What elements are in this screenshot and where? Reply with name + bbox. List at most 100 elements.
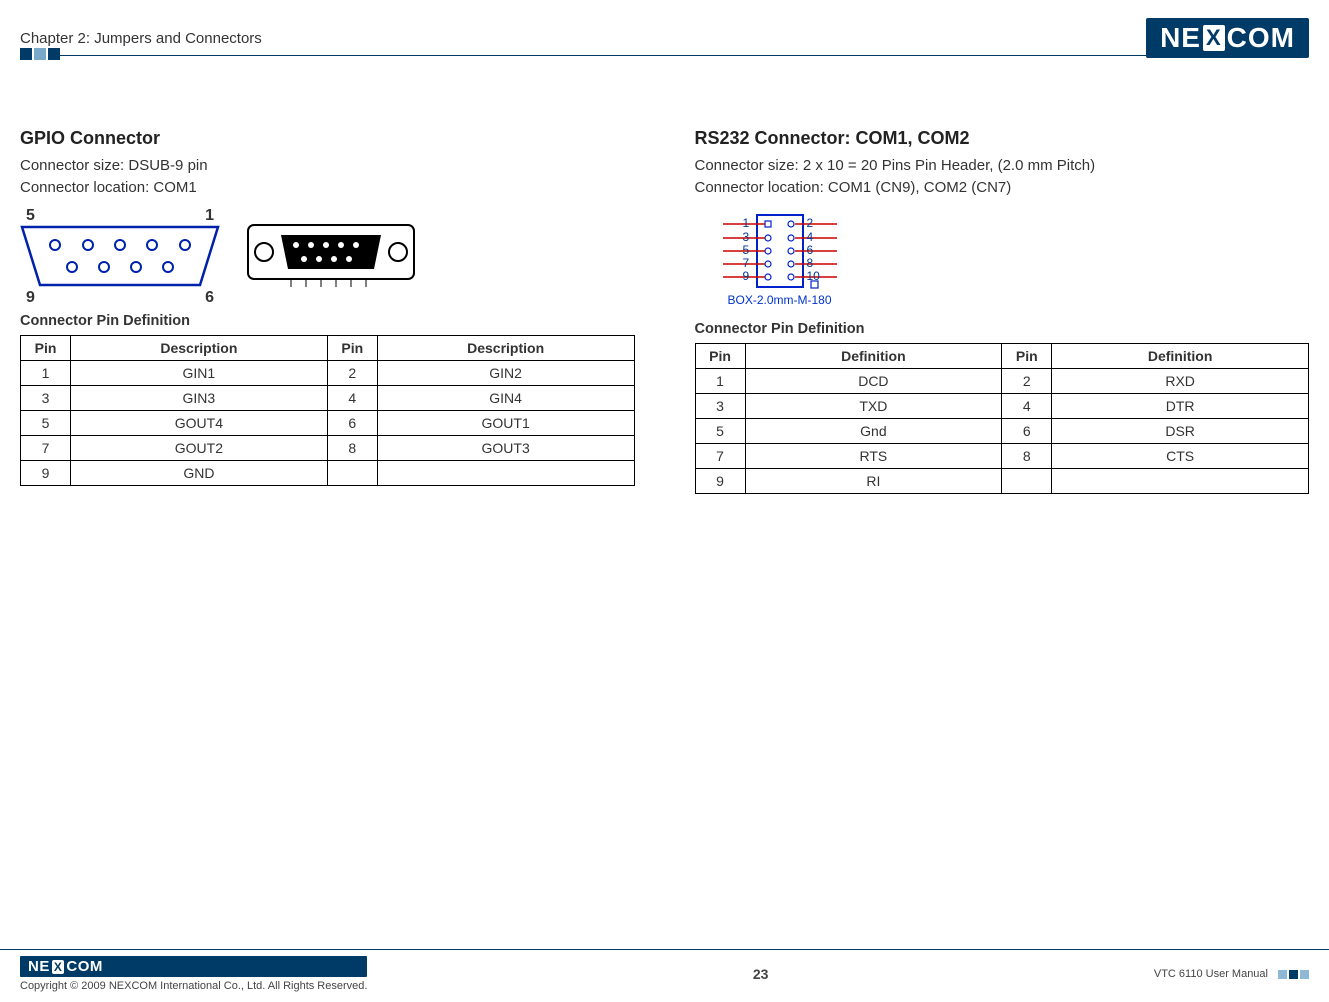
table-cell: GOUT2 bbox=[71, 435, 328, 460]
rs232-subtitle: Connector size: 2 x 10 = 20 Pins Pin Hea… bbox=[695, 155, 1310, 199]
table-cell: 4 bbox=[1002, 393, 1052, 418]
footer-right: VTC 6110 User Manual bbox=[1154, 968, 1309, 980]
pin-lbl: 9 bbox=[743, 269, 750, 283]
th: Pin bbox=[695, 343, 745, 368]
chapter-title: Chapter 2: Jumpers and Connectors bbox=[20, 30, 262, 47]
table-cell: RI bbox=[745, 468, 1002, 493]
pin-lbl: 8 bbox=[807, 256, 814, 270]
table-row: 9GND bbox=[21, 460, 635, 485]
page-header: Chapter 2: Jumpers and Connectors NE X C… bbox=[20, 18, 1309, 58]
table-cell: 7 bbox=[21, 435, 71, 460]
page-footer: NE X COM Copyright © 2009 NEXCOM Interna… bbox=[0, 949, 1329, 1002]
th: Definition bbox=[745, 343, 1002, 368]
table-cell: GND bbox=[71, 460, 328, 485]
pin-label-6: 6 bbox=[205, 289, 214, 307]
pin-lbl: 5 bbox=[743, 243, 750, 257]
table-cell: 9 bbox=[695, 468, 745, 493]
th: Description bbox=[71, 335, 328, 360]
pin-label-1: 1 bbox=[205, 207, 214, 225]
dsub9-schematic-icon: 5 1 9 6 bbox=[20, 213, 220, 299]
rs232-location: Connector location: COM1 (CN9), COM2 (CN… bbox=[695, 179, 1012, 196]
table-cell: TXD bbox=[745, 393, 1002, 418]
brand-logo: NE X COM bbox=[1146, 18, 1309, 58]
table-cell: 3 bbox=[695, 393, 745, 418]
pin-lbl: 3 bbox=[743, 230, 750, 244]
th: Description bbox=[377, 335, 634, 360]
brand-right: COM bbox=[1227, 22, 1295, 54]
table-cell: 6 bbox=[327, 410, 377, 435]
table-cell bbox=[1052, 468, 1309, 493]
table-cell: RTS bbox=[745, 443, 1002, 468]
table-row: 5GOUT46GOUT1 bbox=[21, 410, 635, 435]
gpio-section: GPIO Connector Connector size: DSUB-9 pi… bbox=[20, 128, 635, 494]
header-squares-icon bbox=[20, 48, 60, 60]
pin-lbl: 6 bbox=[807, 243, 814, 257]
gpio-diagrams: 5 1 9 6 bbox=[20, 213, 635, 299]
pin-lbl: 2 bbox=[807, 216, 814, 230]
table-cell: GIN2 bbox=[377, 360, 634, 385]
table-cell: DCD bbox=[745, 368, 1002, 393]
gpio-table: Pin Description Pin Description 1GIN12GI… bbox=[20, 335, 635, 486]
box-header-diagram-icon: 1 3 5 7 9 2 4 6 8 10 bbox=[695, 213, 865, 291]
rs232-size: Connector size: 2 x 10 = 20 Pins Pin Hea… bbox=[695, 157, 1096, 174]
table-row: 1DCD2RXD bbox=[695, 368, 1309, 393]
footer-squares-icon bbox=[1278, 970, 1309, 979]
page-number: 23 bbox=[753, 966, 769, 982]
table-cell: GIN1 bbox=[71, 360, 328, 385]
table-cell: GIN4 bbox=[377, 385, 634, 410]
rs232-pin-def-title: Connector Pin Definition bbox=[695, 321, 1310, 337]
gpio-subtitle: Connector size: DSUB-9 pin Connector loc… bbox=[20, 155, 635, 199]
table-cell: 4 bbox=[327, 385, 377, 410]
th: Pin bbox=[1002, 343, 1052, 368]
table-row: 5Gnd6DSR bbox=[695, 418, 1309, 443]
gpio-pin-def-title: Connector Pin Definition bbox=[20, 313, 635, 329]
table-cell: 8 bbox=[1002, 443, 1052, 468]
table-cell: 8 bbox=[327, 435, 377, 460]
table-cell bbox=[327, 460, 377, 485]
dsub9-connector-icon bbox=[246, 217, 416, 295]
brand-x-icon: X bbox=[1203, 25, 1225, 51]
pin-lbl: 1 bbox=[743, 216, 750, 230]
table-cell: DTR bbox=[1052, 393, 1309, 418]
rs232-title: RS232 Connector: COM1, COM2 bbox=[695, 128, 1310, 149]
gpio-location: Connector location: COM1 bbox=[20, 179, 197, 196]
header-rule bbox=[58, 55, 1309, 56]
footer-left: NE X COM Copyright © 2009 NEXCOM Interna… bbox=[20, 956, 367, 992]
copyright-text: Copyright © 2009 NEXCOM International Co… bbox=[20, 980, 367, 992]
pin-lbl: 4 bbox=[807, 230, 814, 244]
table-cell: 5 bbox=[695, 418, 745, 443]
table-cell: 1 bbox=[21, 360, 71, 385]
pin-label-5: 5 bbox=[26, 207, 35, 225]
table-cell: 2 bbox=[1002, 368, 1052, 393]
brand-left: NE bbox=[1160, 22, 1201, 54]
th: Pin bbox=[327, 335, 377, 360]
content-area: GPIO Connector Connector size: DSUB-9 pi… bbox=[20, 128, 1309, 494]
th: Definition bbox=[1052, 343, 1309, 368]
rs232-section: RS232 Connector: COM1, COM2 Connector si… bbox=[695, 128, 1310, 494]
table-cell: 7 bbox=[695, 443, 745, 468]
table-cell: GOUT4 bbox=[71, 410, 328, 435]
th: Pin bbox=[21, 335, 71, 360]
gpio-title: GPIO Connector bbox=[20, 128, 635, 149]
table-cell: RXD bbox=[1052, 368, 1309, 393]
table-cell: GOUT1 bbox=[377, 410, 634, 435]
doc-title: VTC 6110 User Manual bbox=[1154, 968, 1268, 980]
table-cell bbox=[377, 460, 634, 485]
table-row: 1GIN12GIN2 bbox=[21, 360, 635, 385]
table-cell: 3 bbox=[21, 385, 71, 410]
rs232-table: Pin Definition Pin Definition 1DCD2RXD3T… bbox=[695, 343, 1310, 494]
footer-logo: NE X COM bbox=[20, 956, 367, 977]
table-cell: GOUT3 bbox=[377, 435, 634, 460]
table-cell bbox=[1002, 468, 1052, 493]
pin-label-9: 9 bbox=[26, 289, 35, 307]
table-cell: CTS bbox=[1052, 443, 1309, 468]
gpio-size: Connector size: DSUB-9 pin bbox=[20, 157, 208, 174]
table-row: 7RTS8CTS bbox=[695, 443, 1309, 468]
pin-lbl: 7 bbox=[743, 256, 750, 270]
box-header-caption: BOX-2.0mm-M-180 bbox=[695, 293, 865, 307]
table-cell: 6 bbox=[1002, 418, 1052, 443]
table-cell: 2 bbox=[327, 360, 377, 385]
table-row: 3TXD4DTR bbox=[695, 393, 1309, 418]
table-cell: 5 bbox=[21, 410, 71, 435]
table-cell: Gnd bbox=[745, 418, 1002, 443]
